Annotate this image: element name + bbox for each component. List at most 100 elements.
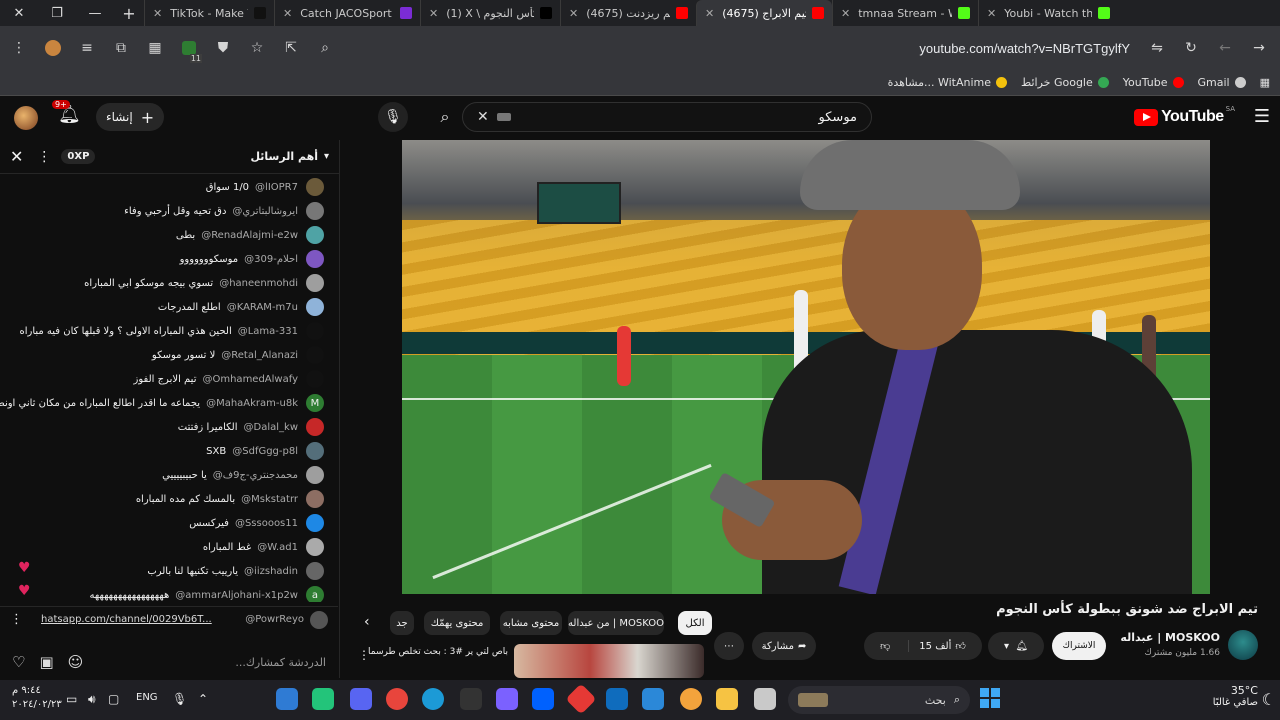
extensions-puzzle-icon[interactable]: ⧉ (106, 33, 136, 63)
new-tab-button[interactable]: + (114, 4, 144, 23)
taskbar-search[interactable]: بحث ⌕ (788, 686, 970, 714)
like-button[interactable]: 15 ألف 👍︎ (908, 640, 966, 652)
notification-bell-button[interactable]: ▾ 🔔︎ (988, 632, 1044, 660)
chevron-down-icon[interactable]: ▾ (324, 151, 329, 162)
task-view-icon[interactable] (754, 688, 776, 710)
dislike-icon[interactable]: 👎︎ (880, 640, 890, 652)
windows-start-icon[interactable] (980, 688, 1000, 708)
steam-app-icon[interactable] (276, 688, 298, 710)
back-arrow-icon[interactable]: ← (1210, 33, 1240, 63)
chat-mode-title[interactable]: أهم الرسائل (250, 150, 318, 163)
site-settings-icon[interactable]: ⇋ (1142, 33, 1172, 63)
chat-message-input[interactable]: الدردشة كمشارك... (235, 656, 326, 669)
channel-name[interactable]: عبداله | MOSKOO (1120, 631, 1220, 644)
close-tab-icon[interactable]: ✕ (987, 7, 996, 20)
close-tab-icon[interactable]: ✕ (153, 7, 162, 20)
filter-chip[interactable]: من عبداله | MOSKOO (568, 611, 664, 635)
filter-chip[interactable]: محتوى مشابه (500, 611, 562, 635)
volume-icon[interactable]: 🔊︎ (88, 692, 96, 707)
channel-avatar[interactable] (1228, 630, 1258, 660)
video-player[interactable] (402, 140, 1210, 594)
extension-badge-icon[interactable]: 11 (174, 33, 204, 63)
chevron-up-icon[interactable]: ⌃ (198, 692, 208, 706)
share-page-icon[interactable]: ⇱ (276, 33, 306, 63)
related-video-title[interactable]: باص لتي ير #3 : بحث تخلص طرسما (368, 646, 508, 658)
create-button[interactable]: إنشاء + (96, 103, 165, 131)
store-app-icon[interactable] (642, 688, 664, 710)
chat-message[interactable]: تيم الابرج الفوز @OmhamedAlwafy (134, 368, 324, 390)
weather-widget[interactable]: 35°C صافي غالبًا ☾ (1213, 684, 1276, 709)
teams-app-icon[interactable] (496, 688, 518, 710)
chat-message-list[interactable]: 1/0 سواق @lIOPR7 دق تحيه وقل أرحبي وفاء @اي… (0, 174, 338, 602)
zoom-search-icon[interactable]: ⌕ (310, 33, 340, 63)
close-tab-icon[interactable]: ✕ (705, 7, 714, 20)
language-indicator[interactable]: ENG (136, 692, 158, 703)
network-icon[interactable]: ▢ (108, 692, 119, 706)
emoji-icon[interactable]: ☺ (68, 653, 84, 671)
shield-icon[interactable]: ⛊ (208, 33, 238, 63)
chat-message[interactable]: يا حبيبييييي @محمدجنتري-ج9ف (162, 464, 324, 486)
related-video-thumbnail[interactable] (514, 644, 704, 678)
xp-badge[interactable]: 0XP (61, 149, 96, 164)
chat-message[interactable]: يجماعه ما اقدر اطالع المباراه من مكان ثا… (0, 392, 324, 414)
filter-chip[interactable]: محتوى يهمّك (424, 611, 490, 635)
dropbox-app-icon[interactable] (532, 688, 554, 710)
browser-tab[interactable]: ✕ (4675) تيم الابراج (696, 0, 832, 26)
close-chat-icon[interactable]: ✕ (10, 147, 23, 166)
pinned-message[interactable]: ⋮ hatsapp.com/channel/0029Vb6T... @PowrR… (0, 606, 338, 632)
chat-message[interactable]: بطى @RenadAlajmi-e2w (176, 224, 324, 246)
apps-grid-icon[interactable]: ▦ (1260, 76, 1270, 89)
share-button[interactable]: مشاركة ➦ (752, 632, 816, 660)
epic-games-app-icon[interactable] (460, 688, 482, 710)
pinned-link[interactable]: hatsapp.com/channel/0029Vb6T... (41, 614, 212, 625)
keyboard-icon[interactable] (496, 113, 511, 121)
media-control-icon[interactable]: ≡ (72, 33, 102, 63)
super-chat-icon[interactable]: ▣ (39, 653, 53, 671)
chat-message[interactable]: اطلع المدرجات @KARAM-m7u (158, 296, 324, 318)
file-explorer-icon[interactable] (716, 688, 738, 710)
chrome-app-icon[interactable] (386, 688, 408, 710)
youtube-logo[interactable]: YouTube SA (1134, 105, 1235, 126)
battery-icon[interactable]: ▭ (66, 692, 77, 706)
menu-kebab-icon[interactable]: ⋮ (4, 33, 34, 63)
browser-tab[interactable]: ✕ Catch JACOSport Live (274, 0, 420, 26)
chat-message[interactable]: تسوي بيجه موسكو ابي المباراه @haneenmohdi (84, 272, 324, 294)
chat-message[interactable]: ههههههههههههههههه @ammarAljohani-x1p2w a (89, 584, 324, 602)
chat-message[interactable]: لا تسور موسكو @Retal_Alanazi (152, 344, 324, 366)
chat-message[interactable]: دق تحيه وقل أرحبي وفاء @ايروشالبتاتري (124, 200, 324, 222)
browser-tab[interactable]: ✕ tmnaa Stream - Watc (832, 0, 978, 26)
close-tab-icon[interactable]: ✕ (429, 7, 438, 20)
chat-more-options-icon[interactable]: ⋮ (37, 149, 51, 165)
chat-message[interactable]: الحين هذي المباراه الاولى ؟ ولا قبلها كا… (19, 320, 324, 342)
related-video-card[interactable]: ⋮ باص لتي ير #3 : بحث تخلص طرسما (354, 644, 704, 678)
browser-tab[interactable]: ✕ (4675) تختيم ريزدنت (560, 0, 696, 26)
mail-app-icon[interactable] (606, 688, 628, 710)
bookmark-item[interactable]: YouTube (1123, 76, 1184, 89)
edge-app-icon[interactable] (422, 688, 444, 710)
chat-message[interactable]: SXB @SdfGgg-p8l (206, 440, 324, 462)
bookmark-star-icon[interactable]: ☆ (242, 33, 272, 63)
close-tab-icon[interactable]: ✕ (569, 7, 578, 20)
hamburger-menu-icon[interactable]: ☰ (1254, 106, 1270, 127)
copilot-app-icon[interactable] (680, 688, 702, 710)
bookmark-item[interactable]: Gmail (1198, 76, 1246, 89)
mic-tray-icon[interactable]: 🎙︎ (172, 692, 187, 706)
restore-window-icon[interactable]: ❐ (38, 6, 76, 21)
chat-message[interactable]: فيركسس @Sssooos11 (189, 512, 324, 534)
browser-tab[interactable]: ✕ (1) X \ كأس النجوم @ (420, 0, 560, 26)
more-actions-icon[interactable]: ⋯ (714, 632, 744, 660)
minimize-window-icon[interactable]: — (76, 6, 114, 21)
extension-icon[interactable]: ▦ (140, 33, 170, 63)
search-icon[interactable]: ⌕ (426, 102, 464, 132)
chat-message[interactable]: 1/0 سواق @lIOPR7 (206, 176, 324, 198)
account-avatar[interactable] (14, 106, 38, 130)
bookmark-item[interactable]: خرائط Google (1021, 76, 1109, 89)
notifications-bell-icon[interactable]: 🔔︎ 9+ (52, 100, 81, 125)
voice-search-mic-icon[interactable]: 🎙︎ (378, 102, 408, 132)
reload-icon[interactable]: ↻ (1176, 33, 1206, 63)
clear-search-icon[interactable]: ✕ (477, 109, 489, 125)
filter-chip[interactable]: جد (390, 611, 414, 635)
discord-app-icon[interactable] (350, 688, 372, 710)
subscribe-button[interactable]: الاشتراك (1052, 632, 1106, 660)
bookmark-item[interactable]: مشاهدة... WitAnime (888, 76, 1008, 89)
